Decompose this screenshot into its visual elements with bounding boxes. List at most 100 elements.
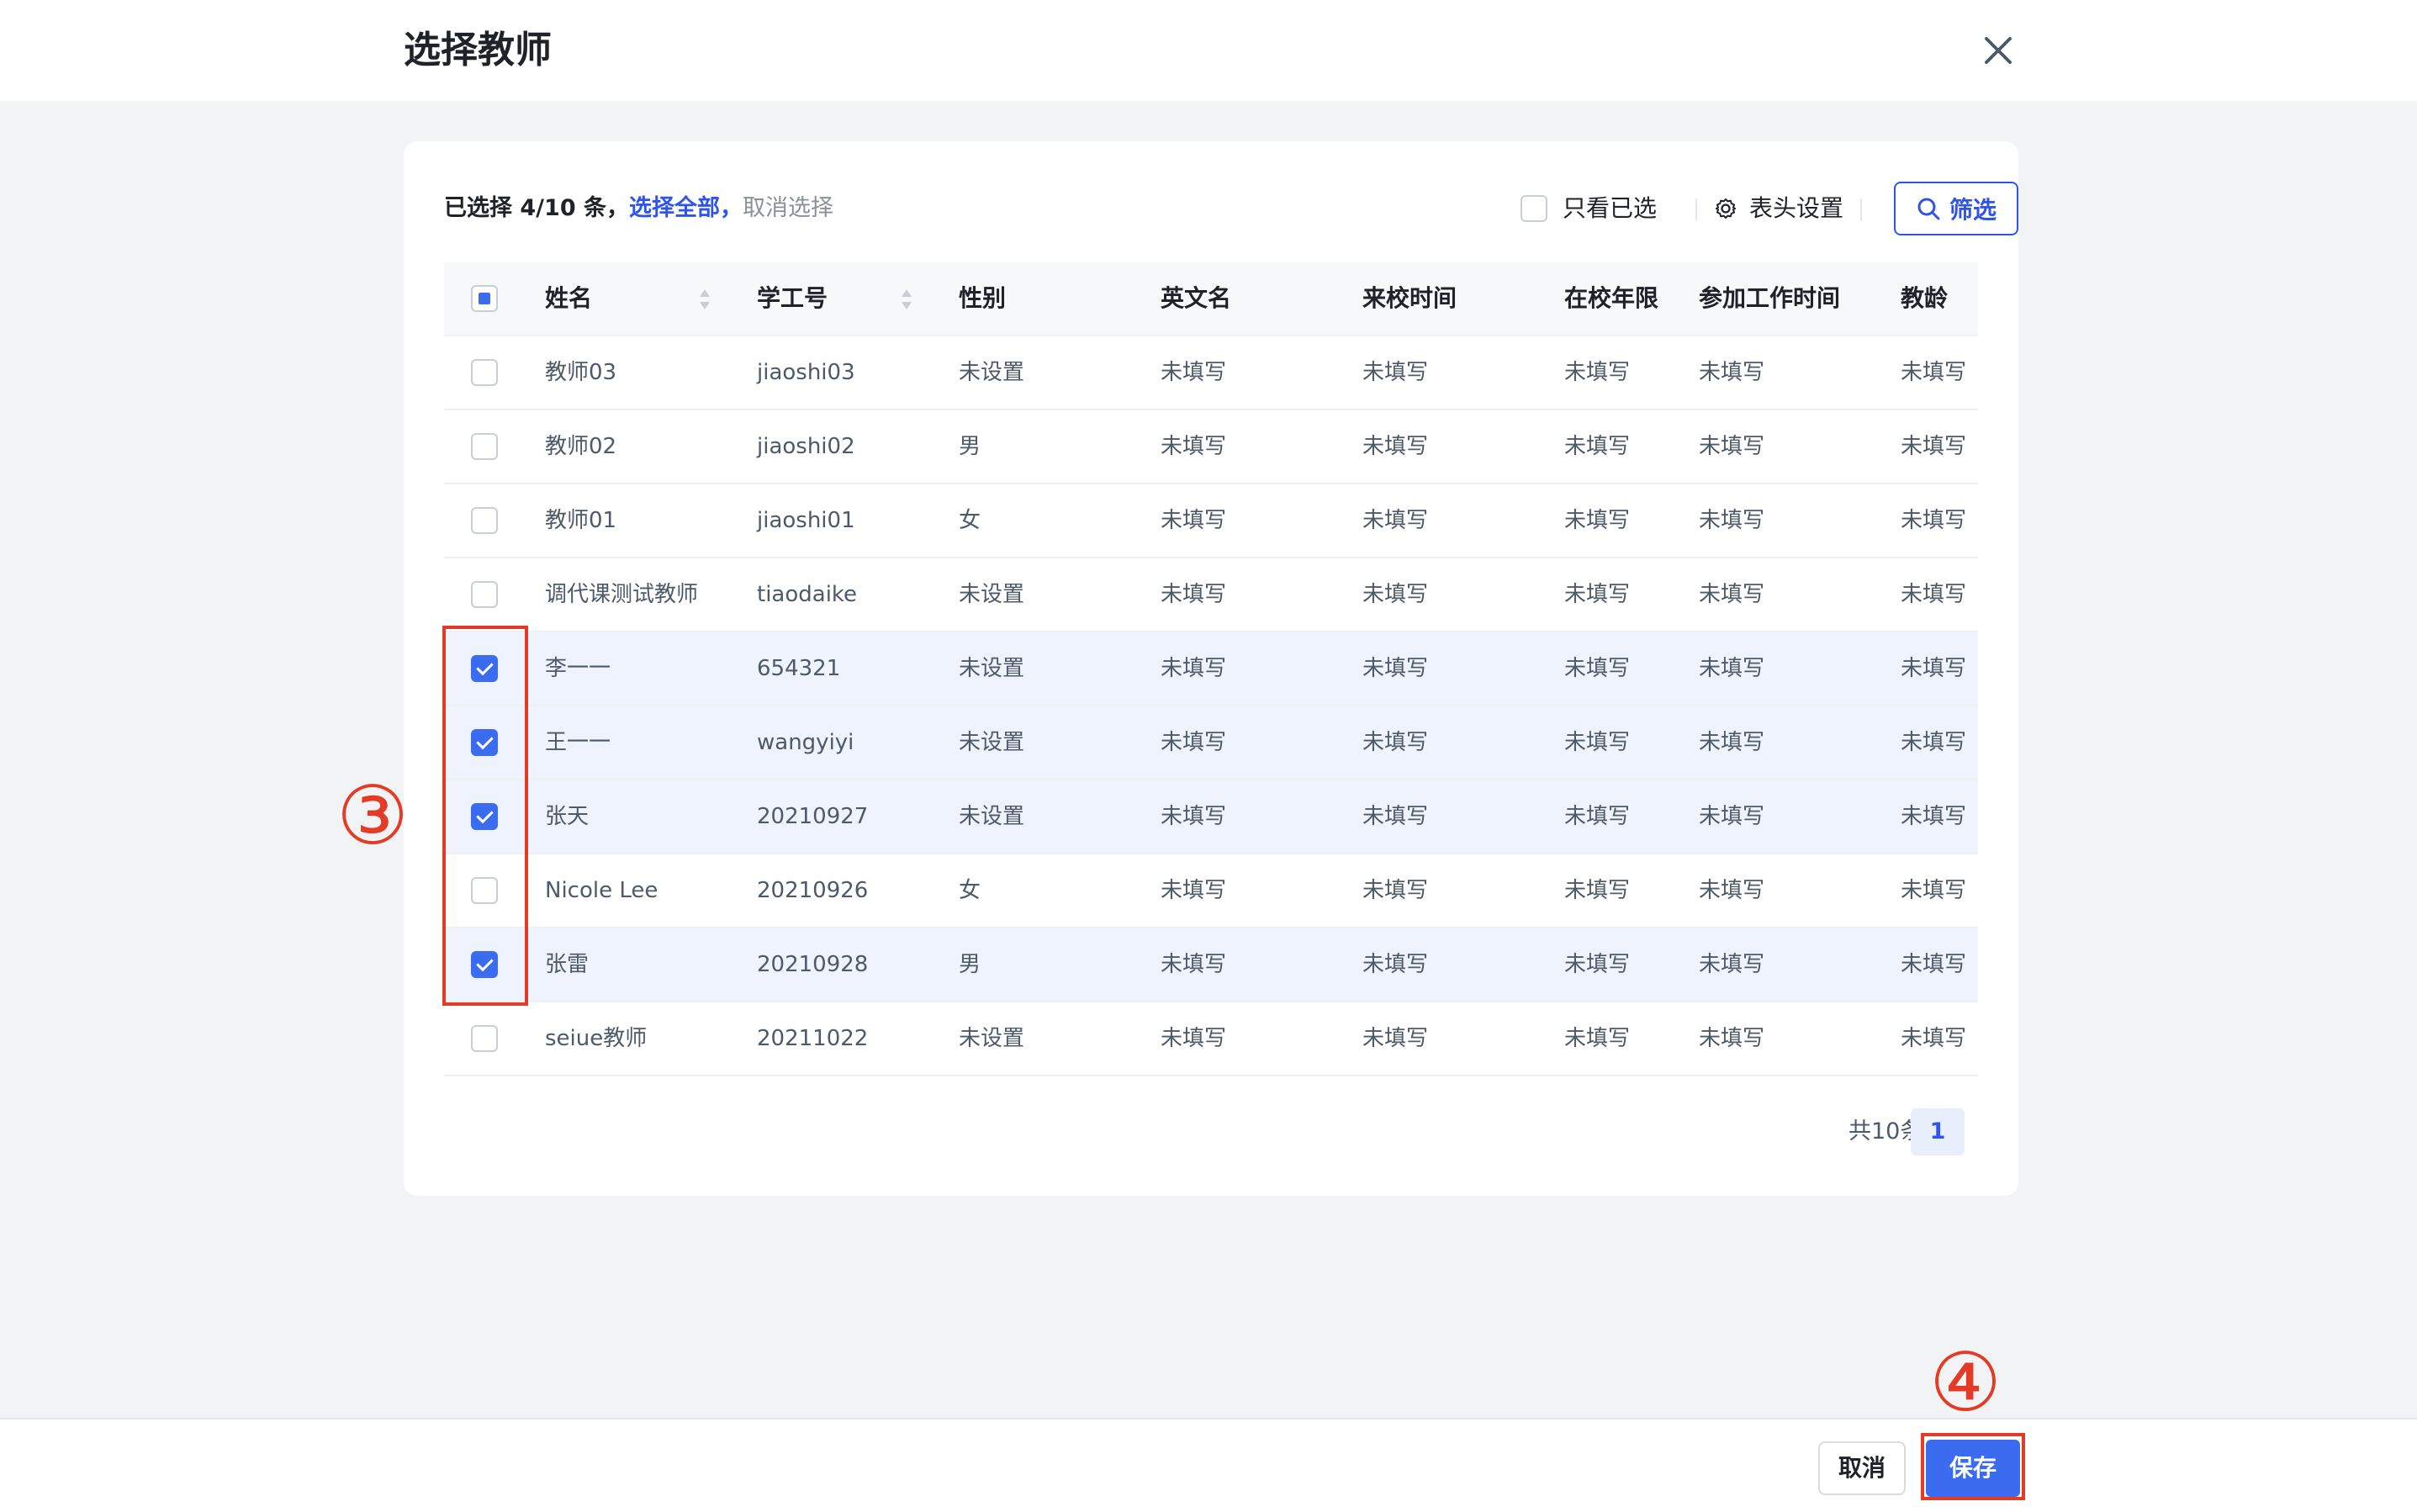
select-all-link[interactable]: 选择全部， (629, 195, 743, 221)
cell-join-date: 未填写 (1362, 656, 1429, 681)
clear-selection-link[interactable]: 取消选择 (743, 195, 833, 221)
cell-english-name: 未填写 (1161, 434, 1227, 459)
table-row[interactable]: 张天 20210927 未设置 未填写 未填写 未填写 未填写 未填写 (444, 780, 1978, 854)
cell-join-date: 未填写 (1362, 878, 1429, 903)
cell-years: 未填写 (1564, 656, 1631, 681)
cell-join-date: 未填写 (1362, 434, 1429, 459)
cell-english-name: 未填写 (1161, 730, 1227, 755)
select-all-checkbox[interactable] (471, 285, 498, 312)
cell-name: Nicole Lee (545, 878, 658, 903)
page-button-current[interactable]: 1 (1911, 1108, 1965, 1155)
table-row[interactable]: 教师03 jiaoshi03 未设置 未填写 未填写 未填写 未填写 未填写 (444, 336, 1978, 410)
filter-button[interactable]: 筛选 (1894, 182, 2018, 235)
column-settings-label: 表头设置 (1749, 194, 1844, 222)
cell-english-name: 未填写 (1161, 508, 1227, 533)
table-row[interactable]: 教师02 jiaoshi02 男 未填写 未填写 未填写 未填写 未填写 (444, 410, 1978, 484)
column-header-english-name: 英文名 (1161, 284, 1232, 312)
row-checkbox[interactable] (471, 1025, 498, 1052)
only-selected-toggle[interactable]: 只看已选 (1521, 182, 1657, 235)
cell-name: 调代课测试教师 (545, 582, 699, 607)
column-header-join-date: 来校时间 (1362, 284, 1457, 312)
cell-english-name: 未填写 (1161, 582, 1227, 607)
cell-staff-id: 20210928 (757, 952, 869, 977)
cell-work-date: 未填写 (1699, 804, 1765, 829)
cell-english-name: 未填写 (1161, 878, 1227, 903)
cell-staff-id: wangyiyi (757, 730, 854, 755)
column-header-id[interactable]: 学工号 (757, 262, 828, 335)
cell-join-date: 未填写 (1362, 1026, 1429, 1051)
table-row[interactable]: 教师01 jiaoshi01 女 未填写 未填写 未填写 未填写 未填写 (444, 484, 1978, 558)
cell-teaching-years: 未填写 (1901, 878, 1967, 903)
cell-name: 教师02 (545, 434, 617, 459)
cell-years: 未填写 (1564, 804, 1631, 829)
cell-name: 张雷 (545, 952, 590, 977)
table-row[interactable]: 王一一 wangyiyi 未设置 未填写 未填写 未填写 未填写 未填写 (444, 706, 1978, 780)
column-header-years: 在校年限 (1564, 284, 1659, 312)
cell-staff-id: jiaoshi02 (757, 434, 855, 459)
table-header: 姓名 学工号 性别 英文名 来校时间 在校年限 参加工作时间 教龄 (444, 262, 1978, 336)
cell-staff-id: 20211022 (757, 1026, 869, 1051)
cell-gender: 未设置 (959, 582, 1025, 607)
annotation-step3: ③ (336, 769, 410, 863)
cell-name: seiue教师 (545, 1026, 648, 1051)
only-selected-checkbox[interactable] (1521, 195, 1547, 222)
cell-work-date: 未填写 (1699, 582, 1765, 607)
row-checkbox[interactable] (471, 581, 498, 608)
dialog-footer: 取消 保存 (0, 1418, 2417, 1512)
cell-gender: 女 (959, 508, 981, 533)
annotation-box-step4 (1921, 1433, 2025, 1500)
row-checkbox[interactable] (471, 507, 498, 534)
cell-english-name: 未填写 (1161, 1026, 1227, 1051)
page: 选择教师 已选择 4/10 条，选择全部，取消选择 只看已选 表头设置 筛选 姓… (0, 0, 2417, 1512)
cell-gender: 未设置 (959, 804, 1025, 829)
cell-teaching-years: 未填写 (1901, 804, 1967, 829)
cell-join-date: 未填写 (1362, 952, 1429, 977)
table-row[interactable]: 张雷 20210928 男 未填写 未填写 未填写 未填写 未填写 (444, 928, 1978, 1002)
cell-staff-id: tiaodaike (757, 582, 858, 607)
annotation-step4: ④ (1929, 1335, 2002, 1430)
cell-work-date: 未填写 (1699, 508, 1765, 533)
cell-years: 未填写 (1564, 878, 1631, 903)
cell-teaching-years: 未填写 (1901, 582, 1967, 607)
cell-english-name: 未填写 (1161, 360, 1227, 385)
cell-gender: 女 (959, 878, 981, 903)
search-icon (1917, 198, 1940, 220)
only-selected-label: 只看已选 (1563, 194, 1658, 222)
cell-years: 未填写 (1564, 360, 1631, 385)
table-toolbar: 已选择 4/10 条，选择全部，取消选择 只看已选 表头设置 筛选 (444, 182, 2018, 235)
cell-name: 李一一 (545, 656, 611, 681)
cell-work-date: 未填写 (1699, 360, 1765, 385)
cell-work-date: 未填写 (1699, 730, 1765, 755)
cell-work-date: 未填写 (1699, 434, 1765, 459)
pagination: 共10条 1 (444, 1108, 1978, 1155)
cell-years: 未填写 (1564, 952, 1631, 977)
cell-staff-id: 20210926 (757, 878, 869, 903)
cell-teaching-years: 未填写 (1901, 434, 1967, 459)
table-row[interactable]: 调代课测试教师 tiaodaike 未设置 未填写 未填写 未填写 未填写 未填写 (444, 558, 1978, 632)
cancel-button[interactable]: 取消 (1818, 1441, 1906, 1495)
sort-icon[interactable] (900, 288, 913, 311)
cell-english-name: 未填写 (1161, 656, 1227, 681)
cell-teaching-years: 未填写 (1901, 1026, 1967, 1051)
cell-gender: 男 (959, 952, 981, 977)
cell-join-date: 未填写 (1362, 582, 1429, 607)
cell-staff-id: jiaoshi01 (757, 508, 855, 533)
column-header-teaching-years: 教龄 (1901, 284, 1949, 312)
table-row[interactable]: seiue教师 20211022 未设置 未填写 未填写 未填写 未填写 未填写 (444, 1002, 1978, 1076)
table-row[interactable]: 李一一 654321 未设置 未填写 未填写 未填写 未填写 未填写 (444, 632, 1978, 706)
row-checkbox[interactable] (471, 359, 498, 386)
column-settings-button[interactable]: 表头设置 (1714, 182, 1843, 235)
cell-english-name: 未填写 (1161, 952, 1227, 977)
cell-gender: 未设置 (959, 1026, 1025, 1051)
cell-staff-id: jiaoshi03 (757, 360, 855, 385)
selected-count: 已选择 4/10 条， (444, 195, 630, 221)
cell-join-date: 未填写 (1362, 730, 1429, 755)
column-header-name[interactable]: 姓名 (545, 262, 592, 335)
sort-icon[interactable] (698, 288, 711, 311)
cell-staff-id: 20210927 (757, 804, 869, 829)
close-icon[interactable] (1976, 29, 2020, 72)
cell-name: 教师03 (545, 360, 617, 385)
table-row[interactable]: Nicole Lee 20210926 女 未填写 未填写 未填写 未填写 未填写 (444, 854, 1978, 928)
row-checkbox[interactable] (471, 433, 498, 460)
cell-years: 未填写 (1564, 1026, 1631, 1051)
